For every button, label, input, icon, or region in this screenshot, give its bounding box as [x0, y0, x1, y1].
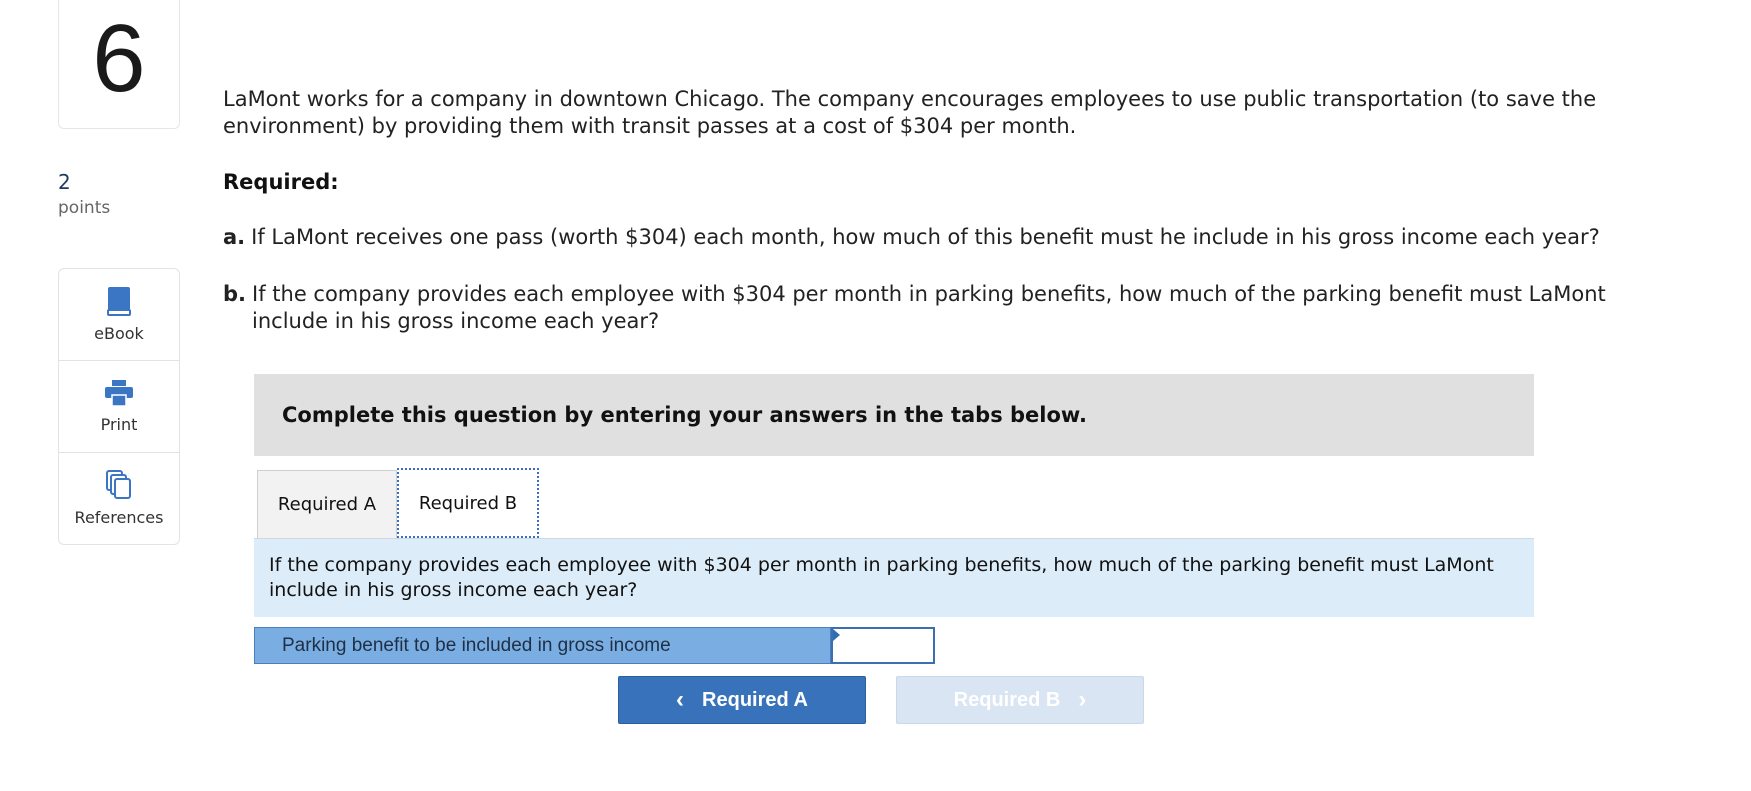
- part-b: b. If the company provides each employee…: [223, 281, 1623, 335]
- documents-icon: [106, 470, 131, 499]
- parking-benefit-input[interactable]: [831, 627, 935, 664]
- tab-question-text: If the company provides each employee wi…: [254, 539, 1534, 617]
- points-label: points: [58, 198, 111, 218]
- input-flag-icon: [833, 629, 840, 641]
- chevron-left-icon: ‹: [676, 686, 685, 713]
- part-b-label: b.: [223, 282, 247, 306]
- intro-text: LaMont works for a company in downtown C…: [223, 87, 1597, 138]
- print-button[interactable]: Print: [59, 361, 179, 453]
- part-a-label: a.: [223, 225, 246, 249]
- references-label: References: [74, 508, 164, 527]
- question-content: LaMont works for a company in downtown C…: [223, 86, 1623, 335]
- ebook-label: eBook: [94, 324, 144, 343]
- next-required-b-button[interactable]: Required B ›: [896, 676, 1144, 724]
- points-info: 2 points: [58, 172, 110, 218]
- points-value: 2: [58, 170, 71, 194]
- tab-required-b[interactable]: Required B: [397, 468, 539, 538]
- tab-required-a[interactable]: Required A: [257, 470, 397, 538]
- tools-panel: eBook Print References: [58, 268, 180, 545]
- answer-input-wrap: [831, 627, 935, 664]
- required-heading: Required:: [223, 170, 339, 194]
- prev-button-label: Required A: [702, 688, 808, 711]
- next-button-label: Required B: [953, 688, 1061, 711]
- prev-required-a-button[interactable]: ‹ Required A: [618, 676, 866, 724]
- part-a-text: If LaMont receives one pass (worth $304)…: [251, 225, 1600, 249]
- answer-row: Parking benefit to be included in gross …: [254, 627, 1534, 664]
- print-label: Print: [100, 415, 138, 434]
- printer-icon: [105, 380, 133, 407]
- instruction-banner: Complete this question by entering your …: [254, 374, 1534, 456]
- book-icon: [107, 287, 131, 316]
- question-number-box: 6: [58, 0, 180, 129]
- part-a: a. If LaMont receives one pass (worth $3…: [223, 224, 1623, 251]
- answer-panel: Complete this question by entering your …: [254, 374, 1534, 664]
- references-button[interactable]: References: [59, 453, 179, 544]
- chevron-right-icon: ›: [1078, 686, 1087, 713]
- question-number: 6: [92, 5, 146, 112]
- tab-bar: Required A Required B: [254, 456, 1534, 539]
- answer-label: Parking benefit to be included in gross …: [254, 627, 831, 664]
- part-b-text: If the company provides each employee wi…: [252, 282, 1606, 333]
- ebook-button[interactable]: eBook: [59, 269, 179, 361]
